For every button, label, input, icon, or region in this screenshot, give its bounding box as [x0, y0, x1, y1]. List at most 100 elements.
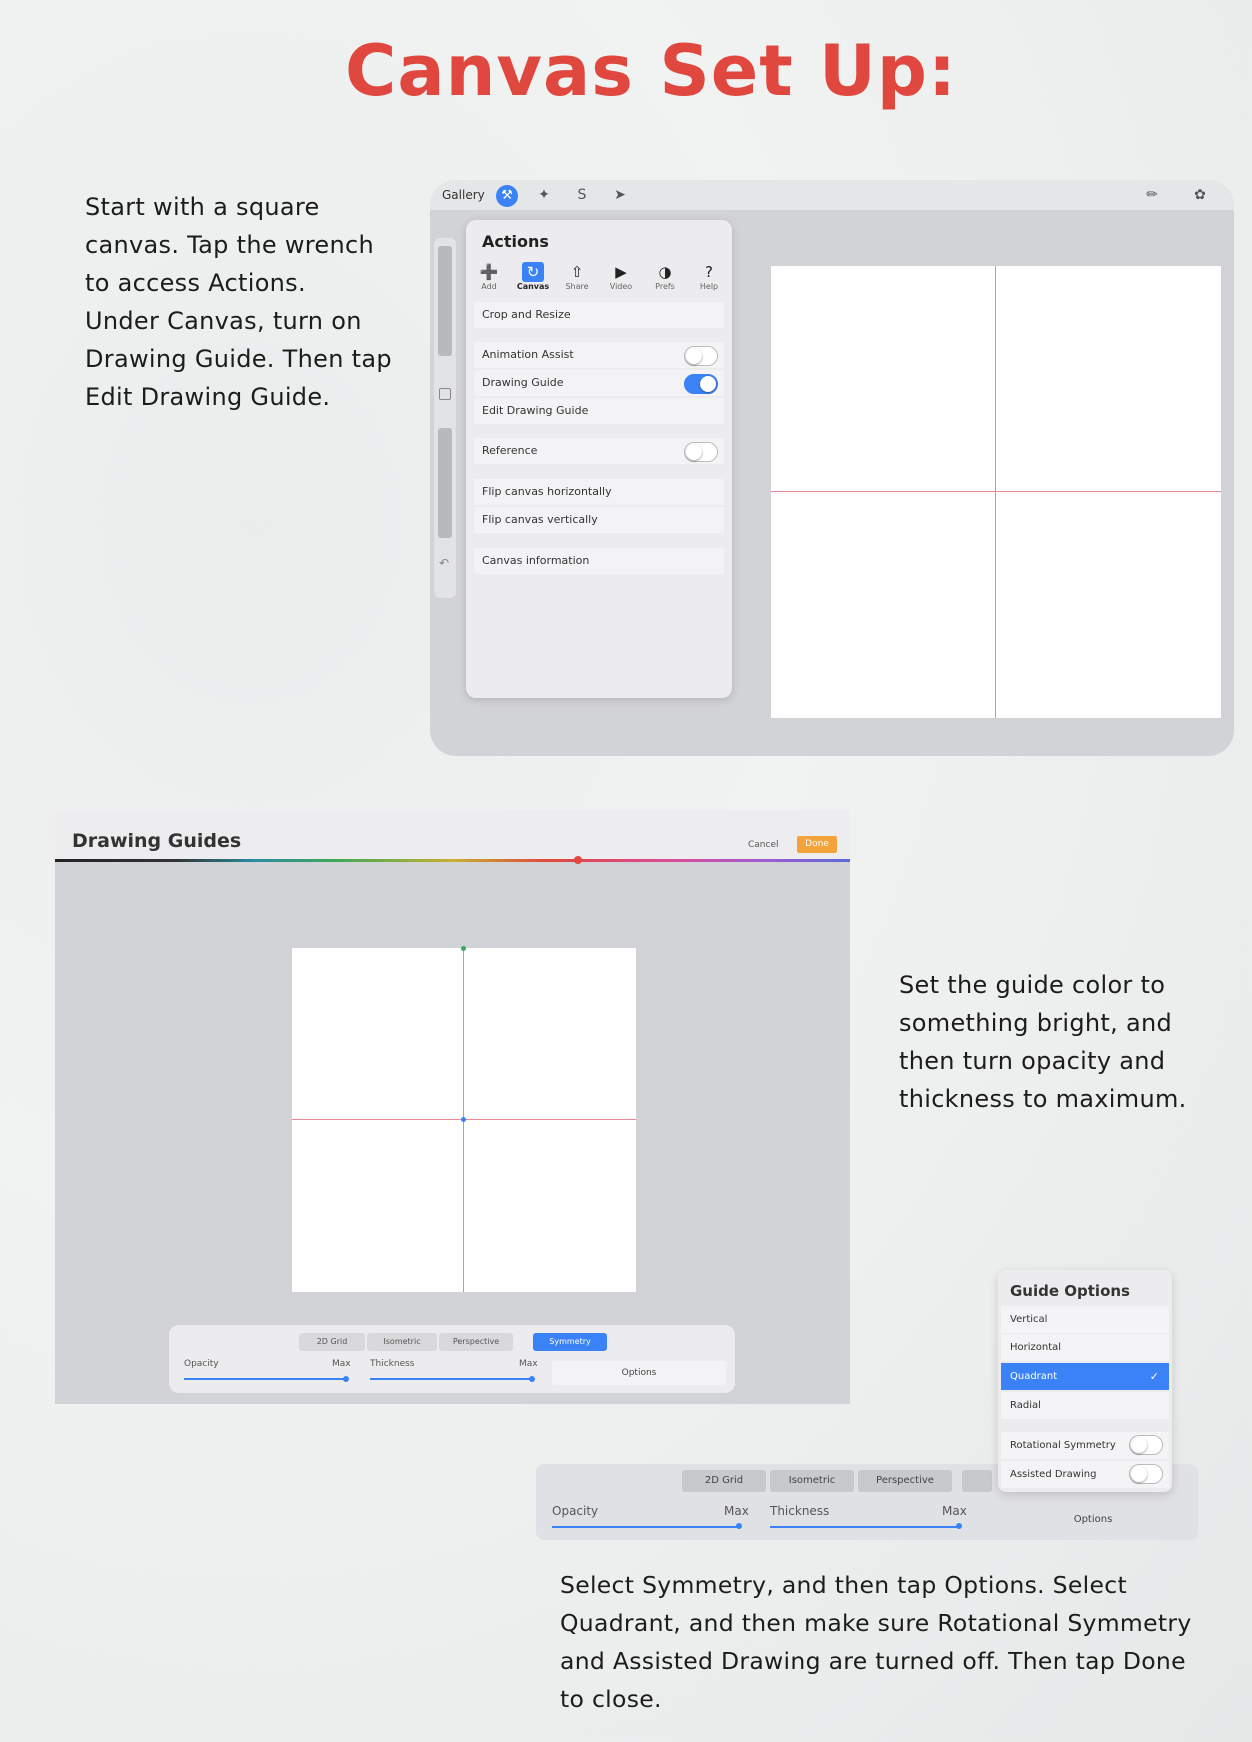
step1-line: canvas. Tap the wrench [85, 231, 375, 259]
modify-button[interactable] [439, 388, 451, 400]
brush-sidebar: ↶ [434, 238, 456, 598]
flip-horizontal-row[interactable]: Flip canvas horizontally [474, 479, 724, 505]
tab-perspective[interactable]: Perspective [858, 1470, 952, 1492]
thickness-slider-knob[interactable] [956, 1523, 962, 1529]
tab-2d-grid[interactable]: 2D Grid [682, 1470, 766, 1492]
tab-perspective[interactable]: Perspective [439, 1333, 513, 1351]
opacity-slider[interactable] [184, 1378, 346, 1380]
step1-line: to access Actions. [85, 269, 306, 297]
opacity-slider-knob[interactable] [736, 1523, 742, 1529]
top-toolbar: Gallery ⚒ ✦ S ➤ ✏ ✿ [430, 180, 1234, 210]
opacity-label: Opacity [552, 1504, 599, 1518]
option-vertical[interactable]: Vertical [1001, 1306, 1169, 1333]
row-label: Rotational Symmetry [1010, 1440, 1116, 1451]
canvas[interactable] [771, 266, 1221, 718]
step1-line: Edit Drawing Guide. [85, 383, 331, 411]
smudge-icon[interactable]: ✿ [1190, 185, 1210, 205]
tab-share[interactable]: ⇧ Share [556, 262, 598, 291]
thickness-max-label: Max [519, 1359, 538, 1369]
crop-resize-row[interactable]: Crop and Resize [474, 302, 724, 328]
rotational-symmetry-row[interactable]: Rotational Symmetry [1001, 1432, 1169, 1459]
guide-canvas[interactable] [292, 946, 636, 1292]
reference-toggle[interactable] [684, 442, 718, 462]
guide-options-popup: Guide Options Vertical Horizontal Quadra… [998, 1270, 1172, 1492]
tab-symmetry[interactable]: Symmetry [533, 1333, 607, 1351]
brush-icon[interactable]: ✏ [1142, 185, 1162, 205]
assisted-drawing-row[interactable]: Assisted Drawing [1001, 1461, 1169, 1488]
guide-vertical-line [995, 266, 996, 718]
assisted-drawing-toggle[interactable] [1129, 1464, 1163, 1484]
opacity-slider-knob[interactable] [343, 1376, 349, 1382]
row-label: Reference [482, 444, 538, 457]
tab-label: Share [565, 282, 589, 291]
row-label: Assisted Drawing [1010, 1469, 1097, 1480]
wrench-icon[interactable]: ⚒ [496, 185, 518, 207]
tab-add[interactable]: ➕ Add [468, 262, 510, 291]
brush-size-slider[interactable] [438, 246, 452, 356]
reference-row[interactable]: Reference [474, 438, 724, 464]
cancel-button[interactable]: Cancel [748, 840, 779, 850]
gallery-button[interactable]: Gallery [442, 188, 485, 202]
drawing-guide-toggle[interactable] [684, 374, 718, 394]
add-icon: ➕ [479, 263, 499, 281]
rotational-symmetry-toggle[interactable] [1129, 1435, 1163, 1455]
color-slider-knob[interactable] [574, 856, 582, 864]
option-horizontal[interactable]: Horizontal [1001, 1334, 1169, 1361]
thickness-max-label: Max [942, 1504, 967, 1518]
tab-label: Canvas [516, 282, 550, 291]
tab-help[interactable]: ? Help [688, 262, 730, 291]
opacity-label: Opacity [184, 1359, 219, 1369]
opacity-max-label: Max [724, 1504, 749, 1518]
undo-icon[interactable]: ↶ [439, 556, 449, 570]
actions-title: Actions [482, 232, 549, 251]
step1-line: Start with a square [85, 193, 320, 221]
flip-vertical-row[interactable]: Flip canvas vertically [474, 507, 724, 533]
tab-prefs[interactable]: ◑ Prefs [644, 262, 686, 291]
thickness-slider-knob[interactable] [529, 1376, 535, 1382]
option-quadrant[interactable]: Quadrant [1001, 1363, 1169, 1390]
animation-assist-row[interactable]: Animation Assist [474, 342, 724, 368]
transform-icon[interactable]: ➤ [610, 185, 630, 205]
drawing-guides-header: Drawing Guides Cancel Done [55, 810, 850, 860]
adjustments-icon[interactable]: ✦ [534, 185, 554, 205]
thickness-slider[interactable] [370, 1378, 532, 1380]
actions-menu: Actions ➕ Add ↻ Canvas ⇧ Share ▶ Video ◑… [466, 220, 732, 698]
done-button[interactable]: Done [797, 836, 837, 853]
step3-line: and Assisted Drawing are turned off. The… [560, 1647, 1186, 1675]
center-handle[interactable] [461, 1117, 466, 1122]
guide-settings-bar: 2D Grid Isometric Perspective Symmetry O… [169, 1325, 735, 1393]
step3-line: Select Symmetry, and then tap Options. S… [560, 1571, 1127, 1599]
tab-video[interactable]: ▶ Video [600, 262, 642, 291]
brush-opacity-slider[interactable] [438, 428, 452, 538]
step1-instructions: Start with a square canvas. Tap the wren… [85, 188, 425, 416]
animation-assist-toggle[interactable] [684, 346, 718, 366]
rotate-handle[interactable] [461, 946, 466, 951]
tab-symmetry[interactable] [962, 1470, 992, 1492]
opacity-slider[interactable] [552, 1526, 740, 1528]
color-slider[interactable] [55, 859, 850, 862]
row-label: Drawing Guide [482, 376, 564, 389]
tab-2d-grid[interactable]: 2D Grid [299, 1333, 365, 1351]
help-icon: ? [705, 263, 713, 281]
canvas-information-row[interactable]: Canvas information [474, 548, 724, 574]
step2-line: then turn opacity and [899, 1047, 1166, 1075]
step3-instructions: Select Symmetry, and then tap Options. S… [560, 1566, 1210, 1718]
edit-drawing-guide-row[interactable]: Edit Drawing Guide [474, 398, 724, 424]
selection-icon[interactable]: S [572, 185, 592, 205]
tab-label: Add [481, 282, 497, 291]
option-radial[interactable]: Radial [1001, 1392, 1169, 1419]
page-title: Canvas Set Up: [344, 30, 957, 112]
thickness-slider[interactable] [770, 1526, 960, 1528]
tab-label: Help [699, 282, 719, 291]
options-button[interactable]: Options [998, 1514, 1188, 1525]
step3-line: to close. [560, 1685, 662, 1713]
drawing-guide-row[interactable]: Drawing Guide [474, 370, 724, 396]
guide-options-title: Guide Options [1010, 1282, 1130, 1300]
tab-isometric[interactable]: Isometric [367, 1333, 437, 1351]
guide-horizontal-line [771, 491, 1221, 492]
tab-isometric[interactable]: Isometric [770, 1470, 854, 1492]
tab-canvas[interactable]: ↻ Canvas [512, 262, 554, 291]
options-button[interactable]: Options [552, 1361, 726, 1385]
drawing-guides-title: Drawing Guides [72, 830, 242, 852]
video-icon: ▶ [615, 263, 627, 281]
